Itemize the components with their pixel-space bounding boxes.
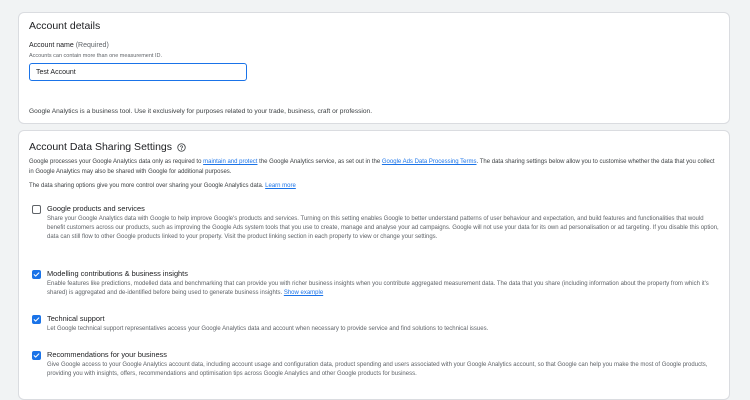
option-description: Let Google technical support representat… — [47, 326, 489, 332]
recommendations-checkbox[interactable] — [32, 351, 41, 360]
option-description: Share your Google Analytics data with Go… — [47, 216, 719, 241]
check-icon — [33, 353, 40, 358]
data-sharing-intro: Google processes your Google Analytics d… — [29, 158, 719, 177]
help-circle-icon[interactable] — [177, 142, 186, 152]
check-icon — [33, 317, 40, 322]
required-marker: (Required) — [75, 42, 109, 49]
account-name-hint: Accounts can contain more than one measu… — [29, 53, 162, 59]
option-title: Recommendations for your business — [47, 350, 167, 359]
modelling-contributions-checkbox[interactable] — [32, 270, 41, 279]
data-sharing-title: Account Data Sharing Settings — [29, 141, 186, 153]
data-sharing-card: Account Data Sharing Settings Google pro… — [18, 130, 730, 400]
option-description: Give Google access to your Google Analyt… — [47, 362, 708, 378]
learn-more-link[interactable]: Learn more — [265, 183, 296, 189]
account-name-label: Account name (Required) — [29, 42, 109, 49]
technical-support-checkbox[interactable] — [32, 315, 41, 324]
option-description: Enable features like predictions, modell… — [47, 280, 723, 298]
page: Account details Account name (Required) … — [0, 0, 750, 400]
data-processing-terms-link[interactable]: Google Ads Data Processing Terms — [382, 159, 477, 165]
data-sharing-title-text: Account Data Sharing Settings — [29, 141, 173, 153]
intro-text-2: the Google Analytics service, as set out… — [257, 159, 382, 165]
account-name-label-text: Account name — [29, 42, 74, 49]
check-icon — [33, 272, 40, 277]
option-title: Google products and services — [47, 204, 145, 213]
account-details-title: Account details — [29, 20, 101, 32]
business-tool-note: Google Analytics is a business tool. Use… — [29, 108, 373, 115]
maintain-and-protect-link[interactable]: maintain and protect — [203, 159, 257, 165]
show-example-link[interactable]: Show example — [284, 290, 323, 296]
account-details-card: Account details Account name (Required) … — [18, 12, 730, 124]
intro-text-1: Google processes your Google Analytics d… — [29, 159, 204, 165]
account-name-input[interactable] — [29, 63, 247, 81]
option-title: Modelling contributions & business insig… — [47, 269, 188, 278]
option-description-text: Enable features like predictions, modell… — [47, 281, 709, 297]
data-sharing-learn-more-line: The data sharing options give you more c… — [29, 183, 296, 189]
intro2-text: The data sharing options give you more c… — [29, 183, 266, 189]
option-title: Technical support — [47, 314, 105, 323]
google-products-checkbox[interactable] — [32, 205, 41, 214]
